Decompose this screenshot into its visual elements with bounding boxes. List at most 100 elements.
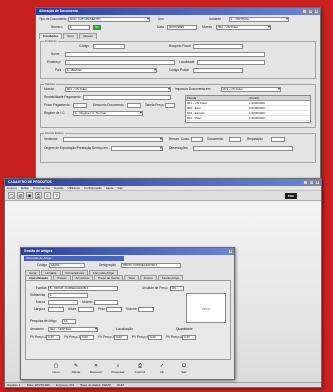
minimize-icon[interactable]: _: [303, 180, 308, 185]
localidade-label: Localidade: [179, 60, 195, 64]
bloqueio-label: Bloqueio Fiscal: [169, 44, 191, 48]
familia-field[interactable]: 1 - PROD. FORNECEDOR 1: [48, 286, 118, 291]
moeda-select-2[interactable]: 001 - US Dolar: [65, 87, 171, 92]
pais-select[interactable]: 1 - BRASIL: [65, 68, 157, 73]
imprimir-button[interactable]: ⎙ Imprimir: [133, 363, 147, 375]
menu-utilitarios[interactable]: Utilitários: [68, 186, 80, 190]
codigo-field[interactable]: 1A001: [49, 263, 85, 268]
tabela-field[interactable]: [165, 103, 175, 108]
maximize-icon[interactable]: □: [309, 180, 314, 185]
localidade-field[interactable]: [197, 60, 265, 65]
numero-field[interactable]: 1: [68, 25, 90, 30]
close-icon[interactable]: ×: [314, 9, 319, 14]
sair-button[interactable]: ⏻ Sair: [177, 363, 191, 375]
minimize-icon[interactable]: _: [302, 9, 307, 14]
codigo-postal-field[interactable]: [193, 68, 243, 73]
modelo-label: Modelo: [82, 300, 93, 304]
rentab-field[interactable]: [83, 95, 171, 100]
artigos-subtitle: Alteração de Artigo: [24, 256, 124, 261]
pv-preco-3-field[interactable]: 0,00: [114, 335, 128, 340]
tipo-documento-select[interactable]: DOC. FATURAMENTO: [68, 17, 150, 22]
main-window-titlebar[interactable]: CADASTRO DE PRODUTOS _ □ ×: [5, 179, 321, 186]
altura-field[interactable]: [78, 307, 94, 312]
unidade-preco-field[interactable]: UN: [170, 286, 184, 291]
moeda-select[interactable]: 001 - US Dolar: [216, 25, 271, 30]
nome-field[interactable]: [65, 52, 265, 57]
save-icon[interactable]: ▣: [26, 192, 33, 199]
localizacao-label: Localização: [116, 327, 133, 331]
pesquisa-field[interactable]: 1A: [62, 319, 76, 324]
tipo-label: Tipo de Documento: [39, 17, 67, 21]
pv-preco-3-label: PV Preço 3: [98, 335, 115, 339]
menu-ajuda[interactable]: Ajuda: [106, 186, 114, 190]
menu-arquivo[interactable]: Arquivo: [7, 186, 17, 190]
armazem-select[interactable]: 001 - CENTRAL: [48, 327, 98, 332]
numero-label: Número: [51, 25, 63, 29]
pesquisar-button[interactable]: ⌕ Pesquisar: [111, 363, 125, 375]
menu-editar[interactable]: Editar: [21, 186, 29, 190]
codigo-field[interactable]: [93, 44, 125, 49]
print-icon[interactable]: ⎙: [35, 192, 42, 199]
artigos-window-title: Gestão de Artigos: [24, 249, 53, 253]
remover-button[interactable]: ✕ Remover: [89, 363, 103, 375]
documento-field[interactable]: [229, 137, 241, 142]
pv-preco-1-field[interactable]: 0,00: [46, 335, 60, 340]
document-window-titlebar[interactable]: Alteração de Documento _ □ ×: [36, 8, 320, 15]
data-field[interactable]: 20/07/1999: [167, 25, 197, 30]
close-icon[interactable]: ×: [315, 180, 320, 185]
vendedor-label: Vendedor: [44, 137, 58, 141]
modelo-field[interactable]: [94, 300, 118, 305]
regime-select[interactable]: 1 - Regime I.C. Normal: [73, 111, 143, 116]
resumo-field[interactable]: [191, 137, 203, 142]
valores-group-title: Valores: [44, 82, 56, 86]
peso-field[interactable]: [106, 307, 122, 312]
desconto-field[interactable]: [127, 103, 141, 108]
open-icon[interactable]: ▤: [17, 192, 24, 199]
designacao-field[interactable]: PROD. FORNECEDOR 1: [121, 263, 181, 268]
artigo-tab-panel: Família 1 - PROD. FORNECEDOR 1 Unidade d…: [25, 280, 231, 360]
grid-header-moeda: Moeda: [187, 96, 197, 100]
endereco-field[interactable]: [65, 60, 175, 65]
menu-documentos[interactable]: Documentos: [33, 186, 50, 190]
documento-label: Documento: [207, 137, 224, 141]
help-icon[interactable]: ?: [53, 192, 60, 199]
close-icon[interactable]: ×: [228, 249, 233, 254]
requisicao-field[interactable]: [271, 137, 285, 142]
marca-field[interactable]: [48, 300, 78, 305]
menu-gestao[interactable]: Gestão: [54, 186, 64, 190]
volume-label: Volume: [126, 307, 137, 311]
origem-select[interactable]: [111, 146, 163, 151]
unidade-select[interactable]: 1 - CENTRAL: [229, 17, 289, 22]
alterar-button[interactable]: ✎ Alterar: [69, 363, 83, 375]
find-icon[interactable]: ⌕: [44, 192, 51, 199]
largura-field[interactable]: [48, 307, 64, 312]
pv-preco-5-field[interactable]: 0,00: [182, 335, 196, 340]
observacoes-field[interactable]: [193, 146, 293, 151]
volume-field[interactable]: [138, 307, 154, 312]
ok-button[interactable]: ✓ Ok: [155, 363, 169, 375]
maximize-icon[interactable]: □: [308, 9, 313, 14]
edit-icon: ✎: [73, 363, 79, 369]
cambio-grid[interactable]: Moeda Câmbio 001 - US Dolar 1,00000000 0…: [185, 95, 311, 123]
impostos-select[interactable]: 001 - US Dolar: [221, 87, 281, 92]
menu-sair[interactable]: Sair: [117, 186, 122, 190]
tab-valores[interactable]: Valores: [78, 33, 97, 39]
menu-configuracao[interactable]: Configuração: [84, 186, 102, 190]
subfamilia-field[interactable]: 1: [48, 293, 88, 298]
pv-preco-4-field[interactable]: 0,00: [148, 335, 162, 340]
product-photo[interactable]: FOTO: [186, 293, 226, 323]
vendedor-select[interactable]: [63, 137, 163, 142]
new-icon[interactable]: ▢: [8, 192, 15, 199]
prazo-field[interactable]: [73, 103, 87, 108]
search-icon: ⌕: [116, 363, 120, 369]
bloqueio-field[interactable]: [193, 44, 243, 49]
tab-itens[interactable]: Itens: [63, 33, 78, 39]
print-icon: ⎙: [137, 363, 142, 369]
table-row[interactable]: 004 - Real 1,00000000: [186, 116, 310, 121]
pesquisa-label: Pesquisa de Artigo: [30, 319, 57, 323]
novo-button[interactable]: ▢ Novo: [49, 363, 63, 375]
pv-preco-2-field[interactable]: 0,00: [80, 335, 94, 340]
artigos-window-titlebar[interactable]: Gestão de Artigos ×: [21, 248, 234, 255]
origem-label: Origem de Exportação/Prestação Serviço e…: [44, 146, 108, 150]
outros-dados-group-title: Outros Dados: [44, 131, 65, 135]
